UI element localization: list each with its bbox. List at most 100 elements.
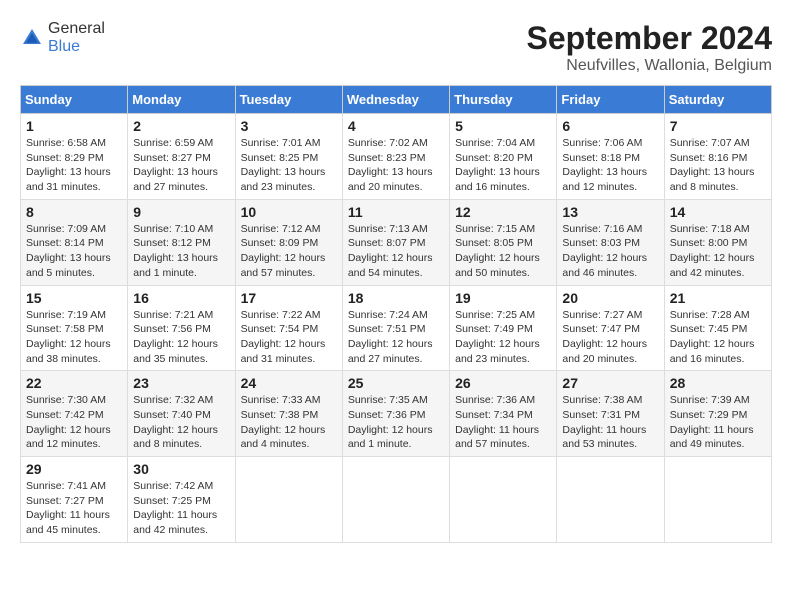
table-row: 12Sunrise: 7:15 AMSunset: 8:05 PMDayligh… (450, 199, 557, 285)
day-number: 6 (562, 118, 658, 134)
calendar-table: Sunday Monday Tuesday Wednesday Thursday… (20, 85, 772, 543)
day-number: 13 (562, 204, 658, 220)
day-info: Sunrise: 7:09 AMSunset: 8:14 PMDaylight:… (26, 222, 122, 281)
day-info: Sunrise: 7:01 AMSunset: 8:25 PMDaylight:… (241, 136, 337, 195)
day-number: 11 (348, 204, 444, 220)
calendar-week-row: 8 Sunrise: 7:09 AMSunset: 8:14 PMDaylight… (21, 199, 772, 285)
day-info: Sunrise: 6:58 AMSunset: 8:29 PMDaylight:… (26, 136, 122, 195)
day-info: Sunrise: 7:02 AMSunset: 8:23 PMDaylight:… (348, 136, 444, 195)
col-wednesday: Wednesday (342, 86, 449, 114)
day-info: Sunrise: 7:28 AMSunset: 7:45 PMDaylight:… (670, 308, 766, 367)
day-info: Sunrise: 7:06 AMSunset: 8:18 PMDaylight:… (562, 136, 658, 195)
day-info: Sunrise: 7:39 AMSunset: 7:29 PMDaylight:… (670, 393, 766, 452)
day-info: Sunrise: 7:30 AMSunset: 7:42 PMDaylight:… (26, 393, 122, 452)
table-row: 15 Sunrise: 7:19 AMSunset: 7:58 PMDayligh… (21, 285, 128, 371)
day-number: 1 (26, 118, 122, 134)
day-info: Sunrise: 7:33 AMSunset: 7:38 PMDaylight:… (241, 393, 337, 452)
table-row: 14 Sunrise: 7:18 AMSunset: 8:00 PMDayligh… (664, 199, 771, 285)
day-number: 16 (133, 290, 229, 306)
table-row: 9 Sunrise: 7:10 AMSunset: 8:12 PMDaylight… (128, 199, 235, 285)
calendar-week-row: 1 Sunrise: 6:58 AMSunset: 8:29 PMDaylight… (21, 114, 772, 200)
day-number: 19 (455, 290, 551, 306)
table-row: 17 Sunrise: 7:22 AMSunset: 7:54 PMDayligh… (235, 285, 342, 371)
calendar-week-row: 15 Sunrise: 7:19 AMSunset: 7:58 PMDayligh… (21, 285, 772, 371)
table-row: 16 Sunrise: 7:21 AMSunset: 7:56 PMDayligh… (128, 285, 235, 371)
day-number: 7 (670, 118, 766, 134)
table-row: 25Sunrise: 7:35 AMSunset: 7:36 PMDayligh… (342, 371, 449, 457)
table-row: 26 Sunrise: 7:36 AMSunset: 7:34 PMDayligh… (450, 371, 557, 457)
day-info: Sunrise: 7:25 AMSunset: 7:49 PMDaylight:… (455, 308, 551, 367)
day-number: 17 (241, 290, 337, 306)
day-number: 2 (133, 118, 229, 134)
day-info: Sunrise: 7:27 AMSunset: 7:47 PMDaylight:… (562, 308, 658, 367)
calendar-week-row: 22 Sunrise: 7:30 AMSunset: 7:42 PMDayligh… (21, 371, 772, 457)
table-row: 29Sunrise: 7:41 AMSunset: 7:27 PMDayligh… (21, 457, 128, 543)
day-number: 15 (26, 290, 122, 306)
day-info: Sunrise: 7:16 AMSunset: 8:03 PMDaylight:… (562, 222, 658, 281)
header: General Blue September 2024 Neufvilles, … (20, 20, 772, 75)
table-row: 4 Sunrise: 7:02 AMSunset: 8:23 PMDaylight… (342, 114, 449, 200)
table-row: 3 Sunrise: 7:01 AMSunset: 8:25 PMDaylight… (235, 114, 342, 200)
col-tuesday: Tuesday (235, 86, 342, 114)
day-number: 30 (133, 461, 229, 477)
day-info: Sunrise: 7:42 AMSunset: 7:25 PMDaylight:… (133, 479, 229, 538)
day-number: 22 (26, 375, 122, 391)
calendar-week-row: 29Sunrise: 7:41 AMSunset: 7:27 PMDayligh… (21, 457, 772, 543)
table-row: 19 Sunrise: 7:25 AMSunset: 7:49 PMDayligh… (450, 285, 557, 371)
logo-general-text: General (48, 20, 105, 37)
day-info: Sunrise: 7:41 AMSunset: 7:27 PMDaylight:… (26, 479, 122, 538)
day-number: 18 (348, 290, 444, 306)
day-info: Sunrise: 7:22 AMSunset: 7:54 PMDaylight:… (241, 308, 337, 367)
day-info: Sunrise: 7:10 AMSunset: 8:12 PMDaylight:… (133, 222, 229, 281)
day-info: Sunrise: 7:21 AMSunset: 7:56 PMDaylight:… (133, 308, 229, 367)
col-sunday: Sunday (21, 86, 128, 114)
table-row: 27Sunrise: 7:38 AMSunset: 7:31 PMDayligh… (557, 371, 664, 457)
logo-blue-text: Blue (48, 38, 80, 55)
day-info: Sunrise: 7:07 AMSunset: 8:16 PMDaylight:… (670, 136, 766, 195)
table-row: 18 Sunrise: 7:24 AMSunset: 7:51 PMDayligh… (342, 285, 449, 371)
logo-icon (20, 26, 44, 50)
day-number: 28 (670, 375, 766, 391)
calendar-header-row: Sunday Monday Tuesday Wednesday Thursday… (21, 86, 772, 114)
day-info: Sunrise: 7:13 AMSunset: 8:07 PMDaylight:… (348, 222, 444, 281)
day-info: Sunrise: 7:38 AMSunset: 7:31 PMDaylight:… (562, 393, 658, 452)
day-info: Sunrise: 7:32 AMSunset: 7:40 PMDaylight:… (133, 393, 229, 452)
month-title: September 2024 (527, 20, 772, 57)
title-area: September 2024 Neufvilles, Wallonia, Bel… (527, 20, 772, 75)
table-row: 28 Sunrise: 7:39 AMSunset: 7:29 PMDayligh… (664, 371, 771, 457)
day-info: Sunrise: 7:19 AMSunset: 7:58 PMDaylight:… (26, 308, 122, 367)
day-number: 14 (670, 204, 766, 220)
day-number: 4 (348, 118, 444, 134)
table-row: 20 Sunrise: 7:27 AMSunset: 7:47 PMDayligh… (557, 285, 664, 371)
table-row: 24 Sunrise: 7:33 AMSunset: 7:38 PMDayligh… (235, 371, 342, 457)
table-row (342, 457, 449, 543)
day-number: 8 (26, 204, 122, 220)
table-row (450, 457, 557, 543)
day-number: 26 (455, 375, 551, 391)
table-row: 5 Sunrise: 7:04 AMSunset: 8:20 PMDaylight… (450, 114, 557, 200)
day-info: Sunrise: 7:15 AMSunset: 8:05 PMDaylight:… (455, 222, 551, 281)
table-row: 10 Sunrise: 7:12 AMSunset: 8:09 PMDayligh… (235, 199, 342, 285)
table-row: 6 Sunrise: 7:06 AMSunset: 8:18 PMDaylight… (557, 114, 664, 200)
day-info: Sunrise: 7:18 AMSunset: 8:00 PMDaylight:… (670, 222, 766, 281)
day-info: Sunrise: 7:24 AMSunset: 7:51 PMDaylight:… (348, 308, 444, 367)
day-info: Sunrise: 6:59 AMSunset: 8:27 PMDaylight:… (133, 136, 229, 195)
day-number: 5 (455, 118, 551, 134)
col-saturday: Saturday (664, 86, 771, 114)
day-number: 24 (241, 375, 337, 391)
day-number: 10 (241, 204, 337, 220)
day-number: 3 (241, 118, 337, 134)
col-friday: Friday (557, 86, 664, 114)
day-number: 9 (133, 204, 229, 220)
table-row: 2 Sunrise: 6:59 AMSunset: 8:27 PMDaylight… (128, 114, 235, 200)
logo-text: General Blue (48, 20, 105, 56)
table-row (557, 457, 664, 543)
col-thursday: Thursday (450, 86, 557, 114)
day-number: 20 (562, 290, 658, 306)
table-row: 23Sunrise: 7:32 AMSunset: 7:40 PMDayligh… (128, 371, 235, 457)
day-info: Sunrise: 7:12 AMSunset: 8:09 PMDaylight:… (241, 222, 337, 281)
location-title: Neufvilles, Wallonia, Belgium (527, 57, 772, 75)
day-info: Sunrise: 7:04 AMSunset: 8:20 PMDaylight:… (455, 136, 551, 195)
day-info: Sunrise: 7:36 AMSunset: 7:34 PMDaylight:… (455, 393, 551, 452)
col-monday: Monday (128, 86, 235, 114)
